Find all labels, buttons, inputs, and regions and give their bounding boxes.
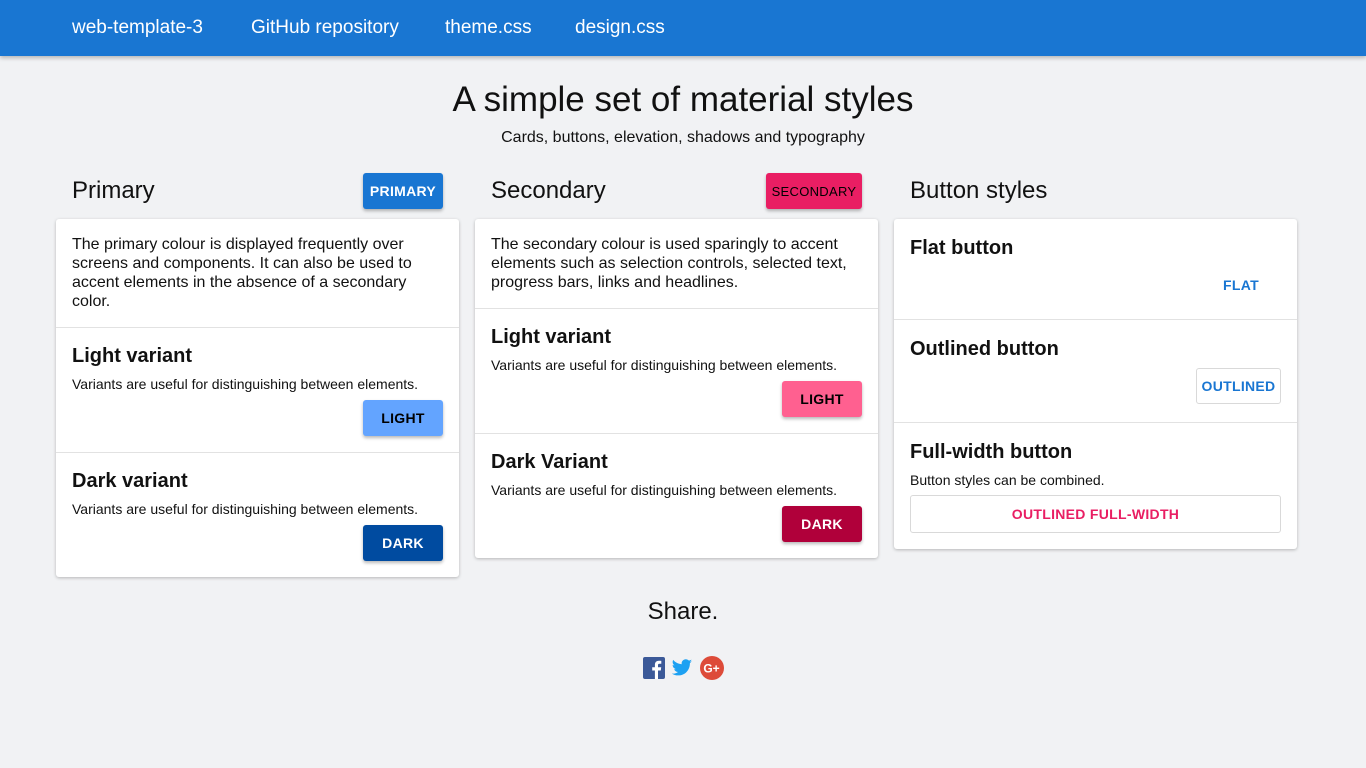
secondary-light-text: Variants are useful for distinguishing b… [491, 357, 838, 373]
outlined-button-section: Outlined button OUTLINED [894, 320, 1297, 423]
secondary-dark-text: Variants are useful for distinguishing b… [491, 482, 838, 498]
flat-button[interactable]: FLAT [1201, 267, 1281, 303]
google-plus-icon[interactable]: G+ [700, 656, 724, 680]
fullwidth-button-section: Full-width button Button styles can be c… [894, 423, 1297, 549]
twitter-icon[interactable] [671, 657, 693, 679]
button-styles-column-title: Button styles [910, 177, 1048, 204]
outlined-button-title: Outlined button [910, 338, 1059, 360]
page-title: A simple set of material styles [452, 80, 914, 119]
button-styles-card: Flat button FLAT Outlined button OUTLINE… [894, 219, 1297, 549]
nav-link-theme-css[interactable]: theme.css [445, 17, 532, 39]
primary-dark-title: Dark variant [72, 470, 188, 492]
flat-button-title: Flat button [910, 237, 1014, 259]
secondary-light-section: Light variant Variants are useful for di… [475, 309, 878, 434]
secondary-intro-section: The secondary colour is used sparingly t… [475, 219, 878, 309]
svg-text:G+: G+ [703, 662, 719, 676]
secondary-light-title: Light variant [491, 326, 612, 348]
secondary-dark-button[interactable]: DARK [782, 506, 862, 542]
secondary-card: The secondary colour is used sparingly t… [475, 219, 878, 558]
share-title: Share. [647, 598, 719, 625]
outlined-fullwidth-button[interactable]: OUTLINED FULL-WIDTH [910, 495, 1281, 533]
primary-light-title: Light variant [72, 345, 193, 367]
primary-light-text: Variants are useful for distinguishing b… [72, 376, 419, 392]
page-subtitle: Cards, buttons, elevation, shadows and t… [501, 129, 865, 146]
fullwidth-button-text: Button styles can be combined. [910, 472, 1105, 488]
secondary-dark-title: Dark Variant [491, 451, 608, 473]
nav-link-github[interactable]: GitHub repository [251, 17, 399, 39]
secondary-dark-section: Dark Variant Variants are useful for dis… [475, 434, 878, 558]
secondary-light-button[interactable]: LIGHT [782, 381, 862, 417]
secondary-intro-text: The secondary colour is used sparingly t… [491, 236, 847, 291]
flat-button-section: Flat button FLAT [894, 219, 1297, 320]
fullwidth-button-title: Full-width button [910, 441, 1073, 463]
primary-dark-text: Variants are useful for distinguishing b… [72, 501, 419, 517]
primary-dark-button[interactable]: DARK [363, 525, 443, 561]
primary-button[interactable]: PRIMARY [363, 173, 443, 209]
outlined-button[interactable]: OUTLINED [1196, 368, 1281, 404]
top-nav-bar: web-template-3 GitHub repository theme.c… [0, 0, 1366, 56]
facebook-icon[interactable] [643, 657, 665, 679]
secondary-column-title: Secondary [491, 177, 606, 204]
primary-column-title: Primary [72, 177, 155, 204]
primary-light-button[interactable]: LIGHT [363, 400, 443, 436]
primary-card: The primary colour is displayed frequent… [56, 219, 459, 577]
secondary-button[interactable]: SECONDARY [766, 173, 862, 209]
primary-light-section: Light variant Variants are useful for di… [56, 328, 459, 453]
primary-dark-section: Dark variant Variants are useful for dis… [56, 453, 459, 577]
nav-link-design-css[interactable]: design.css [575, 17, 665, 39]
primary-intro-text: The primary colour is displayed frequent… [72, 236, 412, 310]
primary-intro-section: The primary colour is displayed frequent… [56, 219, 459, 328]
nav-link-home[interactable]: web-template-3 [72, 17, 203, 39]
